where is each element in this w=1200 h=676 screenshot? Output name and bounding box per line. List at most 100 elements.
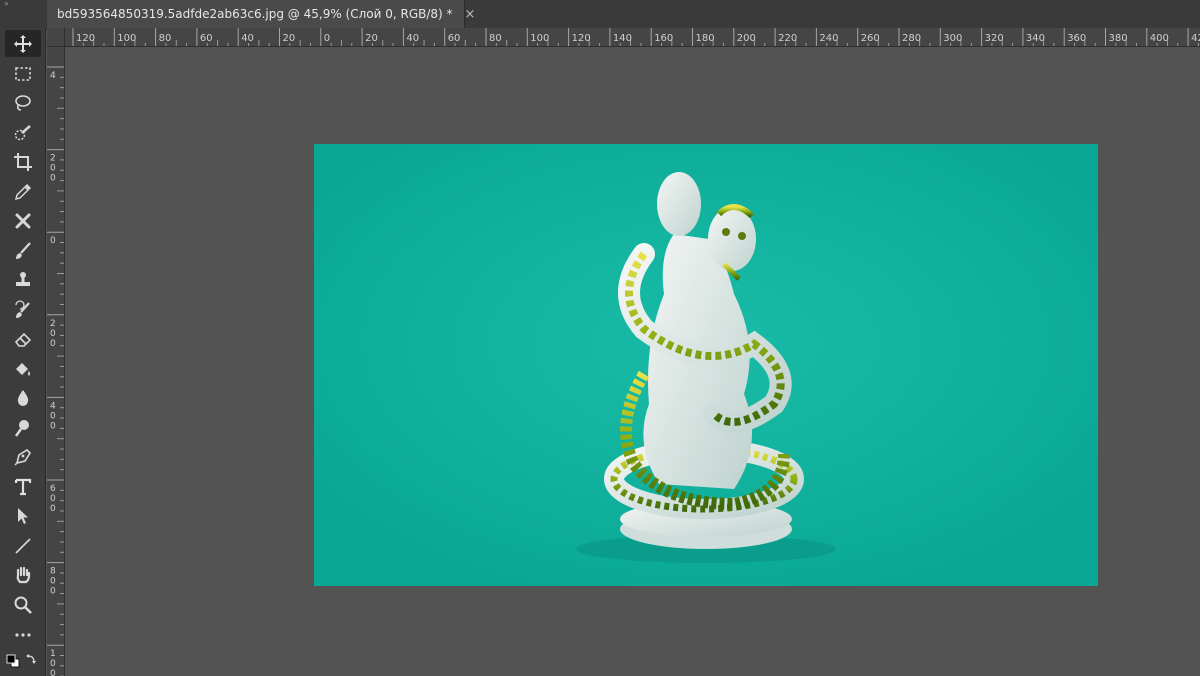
ruler-label: 0 [50, 577, 56, 587]
healing-brush-tool-icon [15, 213, 31, 228]
dodge-tool-icon [14, 419, 29, 437]
rectangular-marquee-tool-icon [15, 66, 31, 81]
foreground-background-colors-icon [6, 654, 36, 668]
marquee-tool-button[interactable] [5, 60, 41, 87]
close-icon[interactable]: × [465, 7, 476, 22]
history-brush-tool-icon [15, 299, 30, 318]
crop-tool-button[interactable] [5, 148, 41, 175]
history-brush-tool-button[interactable] [5, 296, 41, 323]
ruler-label: 2 [50, 319, 56, 329]
document-canvas[interactable] [314, 144, 1098, 586]
panel-expander-icon[interactable]: » [0, 0, 46, 10]
eraser-tool-button[interactable] [5, 325, 41, 352]
ruler-label: 80 [159, 33, 172, 44]
ruler-label: 40 [406, 33, 419, 44]
pen-tool-button[interactable] [5, 443, 41, 470]
ruler-label: 0 [50, 164, 56, 174]
tools-panel [0, 28, 46, 676]
move-tool-icon [14, 34, 32, 53]
ruler-label: 0 [50, 669, 56, 676]
eraser-tool-icon [14, 332, 32, 347]
edit-toolbar-icon [15, 632, 31, 637]
brush-tool-button[interactable] [5, 237, 41, 264]
ruler-label: 120 [572, 33, 591, 44]
edit-toolbar-button[interactable] [5, 621, 41, 648]
ruler-label: 360 [1067, 33, 1086, 44]
ruler-label: 0 [324, 33, 330, 44]
lasso-tool-icon [15, 94, 31, 111]
color-swatches[interactable] [4, 652, 42, 672]
vertical-ruler-scale: 42000200400600800100 [47, 66, 64, 676]
ruler-label: 200 [737, 33, 756, 44]
ruler-label: 120 [76, 33, 95, 44]
brush-tool-icon [16, 241, 31, 259]
document-tab-title: bd593564850319.5adfde2ab63c6.jpg @ 45,9%… [57, 7, 453, 21]
ruler-label: 4 [50, 71, 56, 81]
hand-tool-button[interactable] [5, 561, 41, 588]
horizontal-ruler-scale: 120 100 80 60 40 20 0 20 40 60 80 100 120 140 160 180 20… [72, 28, 1200, 46]
ruler-label: 100 [117, 33, 136, 44]
hand-tool-icon [16, 566, 31, 583]
quick-selection-tool-icon [14, 124, 31, 140]
vertical-ruler[interactable]: 42000200400600800100 [47, 47, 65, 676]
document-tab[interactable]: bd593564850319.5adfde2ab63c6.jpg @ 45,9%… [47, 0, 475, 28]
dodge-tool-button[interactable] [5, 414, 41, 441]
ruler-label: 240 [819, 33, 838, 44]
ruler-label: 300 [943, 33, 962, 44]
horizontal-ruler[interactable]: 120 100 80 60 40 20 0 20 40 60 80 100 120 140 160 180 20… [65, 28, 1200, 47]
ruler-label: 160 [654, 33, 673, 44]
zoom-tool-icon [14, 596, 32, 614]
ruler-label: 380 [1109, 33, 1128, 44]
ruler-label: 0 [50, 504, 56, 514]
quick-selection-tool-button[interactable] [5, 119, 41, 146]
path-selection-tool-icon [18, 507, 28, 524]
ruler-label: 0 [50, 339, 56, 349]
document-tab-bar: » bd593564850319.5adfde2ab63c6.jpg @ 45,… [0, 0, 1200, 29]
healing-brush-tool-button[interactable] [5, 207, 41, 234]
line-tool-button[interactable] [5, 532, 41, 559]
ruler-label: 20 [365, 33, 378, 44]
eyedropper-tool-button[interactable] [5, 178, 41, 205]
blur-tool-button[interactable] [5, 384, 41, 411]
ruler-label: 0 [50, 411, 56, 421]
ruler-label: 340 [1026, 33, 1045, 44]
move-tool-button[interactable] [5, 30, 41, 57]
paint-bucket-tool-button[interactable] [5, 355, 41, 382]
ruler-label: 0 [50, 174, 56, 184]
ruler-label: 280 [902, 33, 921, 44]
ruler-label: 42 [1191, 33, 1200, 44]
ruler-label: 0 [50, 329, 56, 339]
ruler-origin[interactable] [47, 28, 65, 47]
lasso-tool-button[interactable] [5, 89, 41, 116]
ruler-label: 260 [861, 33, 880, 44]
ruler-label: 20 [283, 33, 296, 44]
ruler-label: 0 [50, 659, 56, 669]
ruler-label: 100 [530, 33, 549, 44]
ruler-label: 80 [489, 33, 502, 44]
ruler-label: 6 [50, 484, 56, 494]
ruler-label: 0 [50, 587, 56, 597]
clone-stamp-tool-button[interactable] [5, 266, 41, 293]
ruler-label: 220 [778, 33, 797, 44]
zoom-tool-button[interactable] [5, 591, 41, 618]
ruler-label: 180 [696, 33, 715, 44]
eyedropper-tool-icon [14, 183, 32, 200]
blur-tool-icon [17, 389, 29, 406]
paint-bucket-tool-icon [16, 362, 30, 376]
type-tool-icon [14, 478, 32, 495]
path-selection-tool-button[interactable] [5, 502, 41, 529]
crop-tool-icon [14, 152, 32, 171]
ruler-label: 320 [985, 33, 1004, 44]
statue-photo [314, 144, 1098, 586]
line-tool-icon [15, 537, 31, 554]
ruler-label: 0 [50, 421, 56, 431]
pen-tool-icon [14, 448, 32, 466]
ruler-label: 4 [50, 401, 56, 411]
ruler-label: 60 [448, 33, 461, 44]
ruler-label: 0 [50, 236, 56, 246]
ruler-label: 400 [1150, 33, 1169, 44]
type-tool-button[interactable] [5, 473, 41, 500]
ruler-label: 2 [50, 154, 56, 164]
ruler-label: 1 [50, 649, 56, 659]
clone-stamp-tool-icon [16, 271, 30, 286]
